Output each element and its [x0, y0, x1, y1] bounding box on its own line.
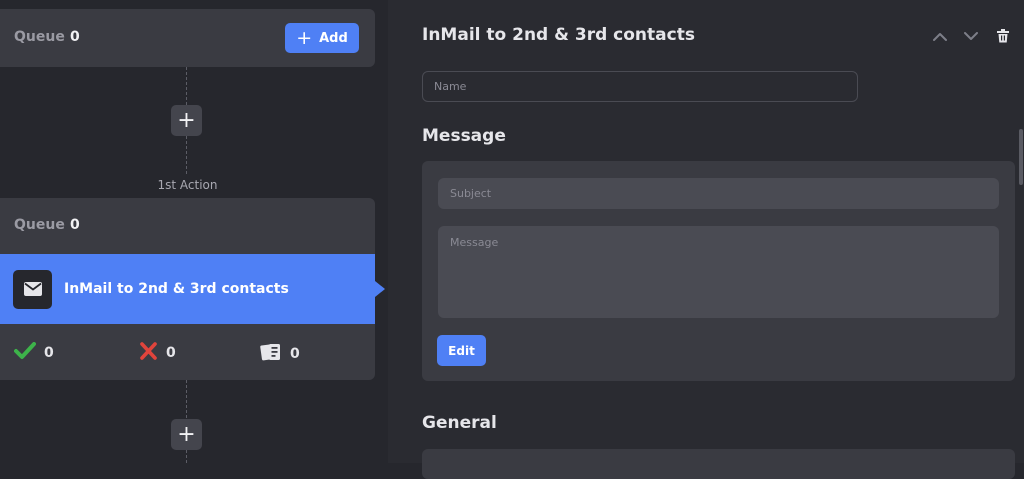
message-section-title: Message — [422, 126, 506, 146]
connector-line — [186, 450, 187, 463]
name-input[interactable] — [422, 71, 858, 102]
queue-label: Queue — [14, 217, 65, 233]
connector-line — [186, 380, 187, 418]
general-panel — [422, 449, 1015, 479]
action-label: 1st Action — [157, 178, 218, 192]
queue-card-top: Queue 0 + Add — [0, 9, 375, 67]
queue-count: 0 — [70, 29, 80, 45]
message-textarea[interactable] — [438, 226, 999, 318]
general-section-title: General — [422, 413, 497, 433]
action-step-title: InMail to 2nd & 3rd contacts — [64, 281, 289, 297]
action-step-inmail[interactable]: InMail to 2nd & 3rd contacts — [0, 254, 375, 324]
queue-label: Queue — [14, 29, 65, 45]
stat-success: 0 — [14, 342, 54, 364]
selected-pointer — [375, 281, 385, 297]
add-action-button[interactable]: + — [171, 105, 202, 136]
add-button-label: Add — [319, 30, 348, 46]
chevron-up-icon[interactable] — [931, 27, 949, 45]
plus-icon: + — [177, 107, 196, 133]
add-button[interactable]: + Add — [285, 23, 359, 53]
stat-other-count: 0 — [290, 346, 300, 362]
stat-failed: 0 — [139, 342, 176, 364]
message-panel: Edit — [422, 161, 1015, 381]
cross-icon — [139, 342, 166, 364]
trash-icon[interactable] — [994, 27, 1012, 45]
scrollbar[interactable] — [1019, 129, 1023, 185]
panel-title: InMail to 2nd & 3rd contacts — [422, 25, 695, 45]
connector-line — [186, 136, 187, 174]
plus-icon: + — [177, 421, 196, 447]
subject-input[interactable] — [438, 178, 999, 209]
stat-other: 0 — [260, 342, 300, 366]
sequence-sidebar: Queue 0 + Add + 1st Action Queue 0 InMai… — [0, 0, 388, 463]
stat-failed-count: 0 — [166, 345, 176, 361]
mail-icon — [13, 269, 52, 309]
edit-button[interactable]: Edit — [437, 335, 486, 366]
connector-line — [186, 67, 187, 105]
queue-count: 0 — [70, 217, 80, 233]
plus-icon: + — [296, 26, 313, 49]
add-action-button[interactable]: + — [171, 419, 202, 450]
check-icon — [14, 342, 44, 364]
chevron-down-icon[interactable] — [962, 27, 980, 45]
stat-success-count: 0 — [44, 345, 54, 361]
action-card: Queue 0 InMail to 2nd & 3rd contacts 0 0 — [0, 198, 385, 380]
cards-icon — [260, 342, 290, 366]
